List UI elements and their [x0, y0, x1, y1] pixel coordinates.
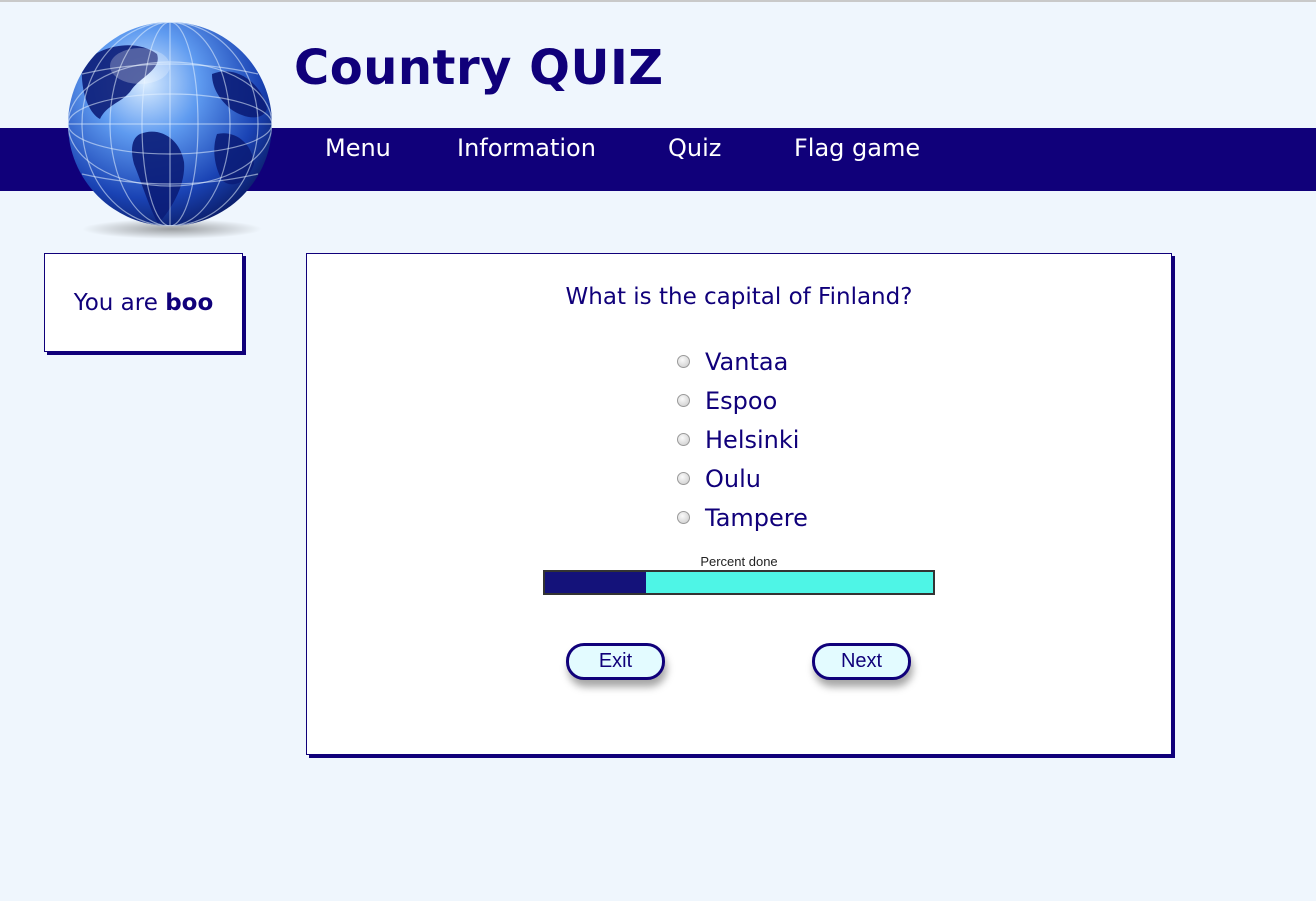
radio-button[interactable] — [677, 472, 690, 485]
next-button[interactable]: Next — [812, 643, 911, 680]
radio-button[interactable] — [677, 511, 690, 524]
quiz-panel: What is the capital of Finland? Vantaa E… — [306, 253, 1172, 755]
progress-bar — [543, 570, 935, 595]
user-greeting-prefix: You are — [73, 290, 166, 316]
answer-option-label: Vantaa — [705, 348, 789, 376]
answer-option-label: Oulu — [705, 465, 761, 493]
answer-option-label: Helsinki — [705, 426, 800, 454]
answer-option-label: Tampere — [705, 504, 808, 532]
progress-label: Percent done — [700, 554, 778, 569]
nav-item-quiz[interactable]: Quiz — [668, 132, 721, 164]
quiz-question: What is the capital of Finland? — [565, 284, 913, 310]
nav-item-information[interactable]: Information — [457, 132, 596, 164]
answer-option-label: Espoo — [705, 387, 778, 415]
site-title: Country QUIZ — [294, 40, 664, 96]
radio-button[interactable] — [677, 355, 690, 368]
user-greeting: You are boo — [45, 290, 242, 316]
nav-item-menu[interactable]: Menu — [325, 132, 391, 164]
user-name: boo — [165, 290, 214, 316]
top-rule — [0, 0, 1316, 2]
nav-item-flag-game[interactable]: Flag game — [794, 132, 920, 164]
user-panel: You are boo — [44, 253, 243, 352]
progress-fill — [545, 572, 646, 593]
radio-button[interactable] — [677, 433, 690, 446]
exit-button[interactable]: Exit — [566, 643, 665, 680]
globe-logo — [68, 22, 272, 239]
radio-button[interactable] — [677, 394, 690, 407]
